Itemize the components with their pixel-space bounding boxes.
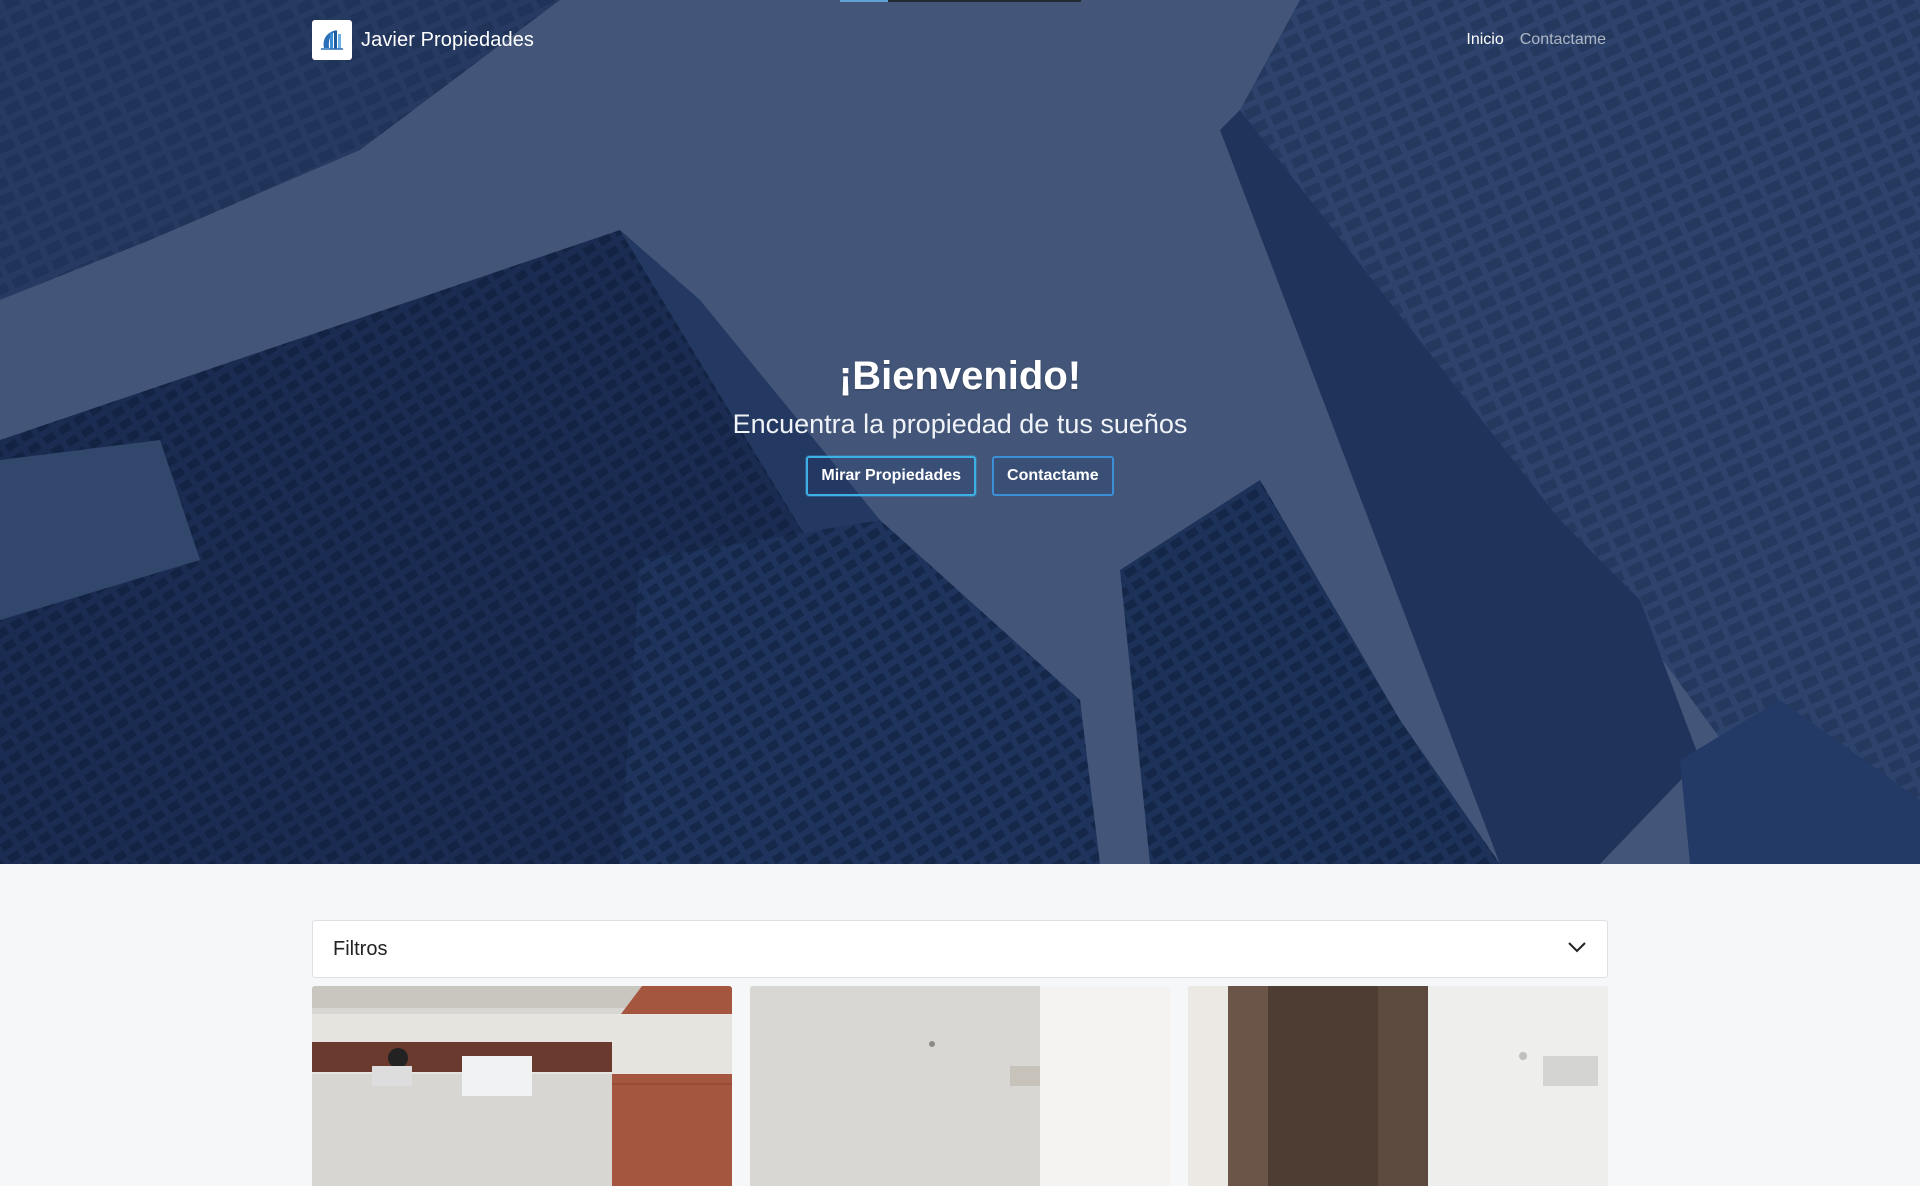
property-card[interactable] — [312, 986, 732, 1186]
nav-links: Inicio Contactame — [1466, 31, 1608, 49]
hero-section: Javier Propiedades Inicio Contactame ¡Bi… — [0, 0, 1920, 864]
hero-content: ¡Bienvenido! Encuentra la propiedad de t… — [0, 352, 1920, 497]
hero-buttons: Mirar Propiedades Contactame — [0, 456, 1920, 497]
view-properties-button[interactable]: Mirar Propiedades — [806, 456, 977, 497]
filters-accordion[interactable]: Filtros — [312, 920, 1608, 978]
contact-button[interactable]: Contactame — [992, 456, 1114, 497]
hero-title: ¡Bienvenido! — [838, 354, 1082, 398]
property-cards — [312, 986, 1608, 1186]
chevron-down-icon[interactable] — [1567, 940, 1587, 958]
property-card[interactable] — [750, 986, 1170, 1186]
filters-title: Filtros — [333, 937, 388, 960]
building-logo-icon[interactable] — [312, 20, 352, 60]
property-card[interactable] — [1188, 986, 1608, 1186]
nav-link-contactame[interactable]: Contactame — [1520, 31, 1606, 49]
navbar: Javier Propiedades Inicio Contactame — [312, 0, 1608, 80]
property-image[interactable] — [1188, 986, 1608, 1186]
hero-subtitle: Encuentra la propiedad de tus sueños — [732, 409, 1188, 439]
property-image[interactable] — [312, 986, 732, 1186]
property-image[interactable] — [750, 986, 1170, 1186]
brand-name[interactable]: Javier Propiedades — [361, 29, 534, 52]
brand[interactable]: Javier Propiedades — [312, 20, 534, 60]
nav-link-inicio[interactable]: Inicio — [1466, 31, 1503, 49]
